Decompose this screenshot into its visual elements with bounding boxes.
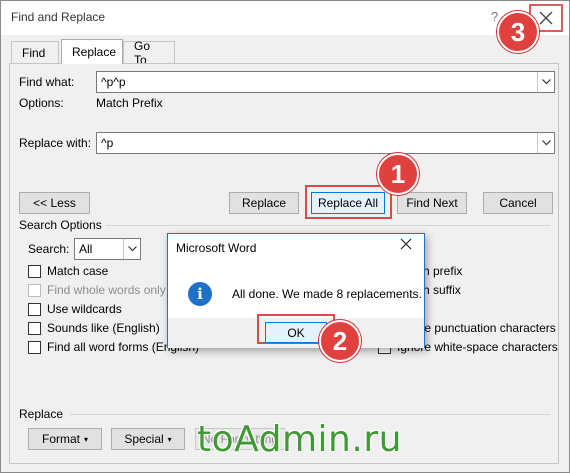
info-icon: i bbox=[188, 282, 212, 306]
less-button[interactable]: << Less bbox=[19, 192, 90, 214]
chevron-down-icon bbox=[541, 140, 551, 146]
format-button[interactable]: Format ▾ bbox=[28, 428, 102, 450]
cancel-button[interactable]: Cancel bbox=[483, 192, 553, 214]
replace-with-label: Replace with: bbox=[19, 136, 92, 150]
whole-words-checkbox[interactable]: Find whole words only bbox=[28, 282, 166, 298]
close-icon bbox=[400, 238, 412, 250]
message-box-title: Microsoft Word bbox=[176, 241, 257, 255]
replace-button[interactable]: Replace bbox=[229, 192, 299, 214]
checkbox-box[interactable] bbox=[28, 340, 41, 354]
match-case-checkbox[interactable]: Match case bbox=[28, 263, 108, 279]
find-next-button[interactable]: Find Next bbox=[397, 192, 467, 214]
step-badge-3: 3 bbox=[497, 11, 539, 53]
search-options-title: Search Options bbox=[19, 218, 102, 232]
wildcards-label: Use wildcards bbox=[47, 302, 122, 316]
tab-replace-label: Replace bbox=[72, 45, 117, 59]
wildcards-checkbox[interactable]: Use wildcards bbox=[28, 301, 122, 317]
find-replace-dialog: Find and Replace ? Find Replace Go To Fi… bbox=[0, 0, 570, 473]
format-label: Format bbox=[41, 432, 80, 446]
checkbox-box[interactable] bbox=[28, 283, 41, 297]
search-options-divider bbox=[106, 225, 550, 226]
tab-find[interactable]: Find bbox=[11, 41, 59, 64]
tab-replace[interactable]: Replace bbox=[61, 39, 123, 64]
replace-all-button[interactable]: Replace All bbox=[311, 192, 385, 214]
find-what-value: ^p^p bbox=[101, 75, 126, 89]
checkbox-box[interactable] bbox=[28, 264, 41, 278]
window-title: Find and Replace bbox=[11, 10, 106, 24]
replace-section-title: Replace bbox=[19, 407, 64, 421]
replace-with-value: ^p bbox=[101, 136, 114, 150]
help-button[interactable]: ? bbox=[491, 9, 498, 24]
message-box-close-button[interactable] bbox=[400, 238, 412, 253]
ok-button[interactable]: OK bbox=[265, 322, 327, 343]
special-label: Special bbox=[124, 432, 164, 446]
find-what-dropdown[interactable] bbox=[537, 72, 554, 92]
watermark-text: toAdmin.ru bbox=[197, 419, 402, 460]
dropdown-arrow-icon: ▾ bbox=[167, 434, 172, 444]
options-label: Options: bbox=[19, 96, 64, 110]
replace-with-input[interactable]: ^p bbox=[96, 132, 555, 154]
search-direction-value: All bbox=[79, 242, 93, 256]
close-icon bbox=[539, 11, 553, 25]
message-box: Microsoft Word i All done. We made 8 rep… bbox=[167, 233, 425, 348]
title-bar: Find and Replace ? bbox=[1, 1, 569, 35]
message-text: All done. We made 8 replacements. bbox=[232, 287, 422, 301]
message-box-footer: OK bbox=[168, 314, 424, 348]
sounds-like-checkbox[interactable]: Sounds like (English) bbox=[28, 320, 160, 336]
chevron-down-icon bbox=[541, 79, 551, 85]
checkbox-box[interactable] bbox=[28, 321, 41, 335]
dropdown-arrow-icon: ▾ bbox=[84, 434, 89, 444]
step-badge-1: 1 bbox=[377, 153, 419, 195]
chevron-down-icon bbox=[127, 246, 137, 252]
tab-go-to[interactable]: Go To bbox=[123, 39, 175, 67]
search-direction-dropdown[interactable] bbox=[123, 239, 140, 259]
options-value: Match Prefix bbox=[96, 96, 163, 110]
search-label: Search: bbox=[28, 242, 70, 256]
find-what-label: Find what: bbox=[19, 75, 75, 89]
sounds-like-label: Sounds like (English) bbox=[47, 321, 160, 335]
special-button[interactable]: Special ▾ bbox=[111, 428, 185, 450]
tab-find-label: Find bbox=[22, 46, 46, 60]
find-what-input[interactable]: ^p^p bbox=[96, 71, 555, 93]
match-case-label: Match case bbox=[47, 264, 109, 278]
search-direction-select[interactable]: All bbox=[74, 238, 141, 260]
replace-with-dropdown[interactable] bbox=[537, 133, 554, 153]
step-badge-2: 2 bbox=[319, 320, 361, 362]
checkbox-box[interactable] bbox=[28, 302, 41, 316]
whole-words-label: Find whole words only bbox=[47, 283, 166, 297]
replace-section-divider bbox=[70, 414, 550, 415]
